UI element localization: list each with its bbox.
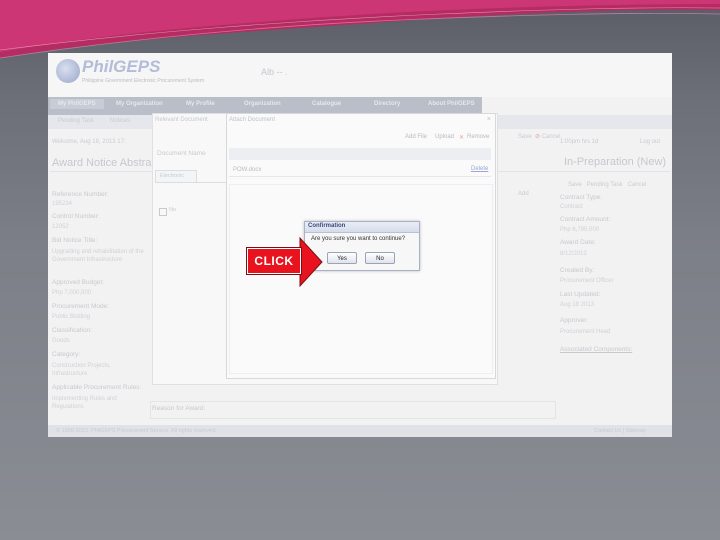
remove-button[interactable]: Remove [467, 134, 489, 140]
field-value: Procurement Head [560, 329, 611, 335]
field-label: Classification: [52, 327, 93, 334]
no-button[interactable]: No [365, 252, 395, 264]
field-value: Contract [560, 204, 583, 210]
pending-task-button[interactable]: Pending Task [587, 182, 623, 188]
tab-about[interactable]: About PhilGEPS [428, 101, 475, 107]
doc-name-label: Document Name [157, 150, 206, 157]
yes-button[interactable]: Yes [327, 252, 357, 264]
tab-organization[interactable]: Organization [244, 101, 281, 107]
field-label: Created By: [560, 267, 595, 274]
checkbox[interactable] [159, 208, 167, 216]
tab-label: Electronic [160, 173, 185, 179]
attach-dialog-title: Attach Document [229, 117, 276, 123]
app-logo-text: PhilGEPS [82, 57, 161, 76]
upload-button[interactable]: Upload [435, 134, 454, 140]
delete-link[interactable]: Delete [471, 166, 488, 172]
field-value: Php 6,795,000 [560, 227, 600, 233]
field-label: Award Date: [560, 239, 596, 246]
field-value: Aug 18 2013 [560, 302, 595, 308]
field-value: 8/12/2013 [560, 251, 587, 257]
field-value: Upgrading and rehabilitation of the Gove… [52, 249, 144, 263]
field-label: Control Number: [52, 213, 100, 220]
click-annotation: CLICK [246, 247, 302, 275]
field-label: Contract Amount: [560, 216, 611, 223]
footer-links[interactable]: Contact Us | Sitemap [594, 428, 646, 434]
session-time: 1:00pm hrs 1d [560, 139, 599, 145]
outer-cancel-button[interactable]: Cancel [542, 134, 561, 140]
field-label: Reference Number: [52, 191, 109, 198]
dialog-title: Relevant Document [155, 117, 208, 123]
tab-my-organization[interactable]: My Organization [116, 101, 163, 107]
confirm-title: Confirmation [308, 223, 346, 229]
field-label: Applicable Procurement Rules: [52, 384, 142, 391]
header-misc-text: Alb -- . [261, 67, 288, 77]
outer-toolbar: Save ⊘ Cancel [518, 133, 560, 140]
globe-logo-icon [56, 59, 80, 83]
right-toolbar: Save Pending Task Cancel [568, 182, 646, 188]
tab-underline [155, 182, 227, 183]
decorative-ribbon [0, 0, 720, 59]
app-logo-subtitle: Philippine Government Electronic Procure… [82, 78, 204, 84]
status-title: In-Preparation (New) [564, 156, 667, 168]
checkbox-label: No [169, 207, 177, 213]
add-file-button[interactable]: Add File [405, 134, 427, 140]
field-value: Construction Projects, Infrastructure [52, 363, 111, 377]
app-header: PhilGEPS Philippine Government Electroni… [48, 53, 672, 97]
reason-box[interactable] [150, 401, 556, 419]
cancel-button[interactable]: Cancel [628, 182, 647, 188]
subnav-notices[interactable]: Notices [110, 118, 130, 124]
logout-link[interactable]: Log out [640, 139, 660, 145]
subnav-pending-task[interactable]: Pending Task [58, 118, 94, 124]
field-value: Procurement Officer [560, 278, 614, 284]
page-title: Award Notice Abstrac [52, 157, 157, 169]
field-label: Approver: [560, 317, 589, 324]
file-name: POW.docx [233, 167, 262, 173]
field-value: 195234 [52, 201, 73, 207]
table-body [229, 184, 493, 374]
tab-my-profile[interactable]: My Profile [186, 101, 215, 107]
field-value: Public Bidding [52, 314, 91, 320]
tab-catalogue[interactable]: Catalogue [312, 101, 341, 107]
tab-directory[interactable]: Directory [374, 101, 400, 107]
confirm-titlebar: Confirmation [305, 222, 419, 233]
field-label: Contract Type: [560, 194, 603, 201]
close-icon[interactable]: × [487, 116, 491, 123]
footer-copyright: © 1999-2013, PhilGEPS Procurement Servic… [56, 428, 217, 434]
table-header [229, 148, 491, 160]
field-label: Approved Budget: [52, 279, 105, 286]
welcome-text: Welcome, Aug 18, 2013 17: [52, 139, 126, 145]
field-label: Category: [52, 351, 81, 358]
field-label: Procurement Mode: [52, 303, 110, 310]
field-value: 12052 [52, 224, 69, 230]
cancel-icon[interactable]: ⊘ [535, 134, 540, 140]
add-button[interactable]: Add [518, 191, 529, 197]
tab-my-philgeps[interactable]: My PhilGEPS [50, 99, 104, 109]
row-divider [229, 176, 491, 177]
save-button[interactable]: Save [568, 182, 582, 188]
field-value: Goods [52, 338, 70, 344]
remove-icon[interactable]: ✕ [459, 134, 464, 141]
associated-components-link[interactable]: Associated Components: [560, 346, 632, 353]
page-footer: © 1999-2013, PhilGEPS Procurement Servic… [48, 425, 672, 437]
outer-save-button[interactable]: Save [518, 134, 532, 140]
table-row: POW.docx Delete [229, 164, 491, 176]
field-value: Implementing Rules and Regulations [52, 396, 117, 410]
screenshot-window: PhilGEPS Philippine Government Electroni… [48, 53, 672, 437]
field-value: Php 7,000,000 [52, 290, 92, 296]
confirm-message: Are you sure you want to continue? [311, 236, 406, 242]
field-label: Last Updated: [560, 291, 601, 298]
field-label: Bid Notice Title: [52, 237, 98, 244]
